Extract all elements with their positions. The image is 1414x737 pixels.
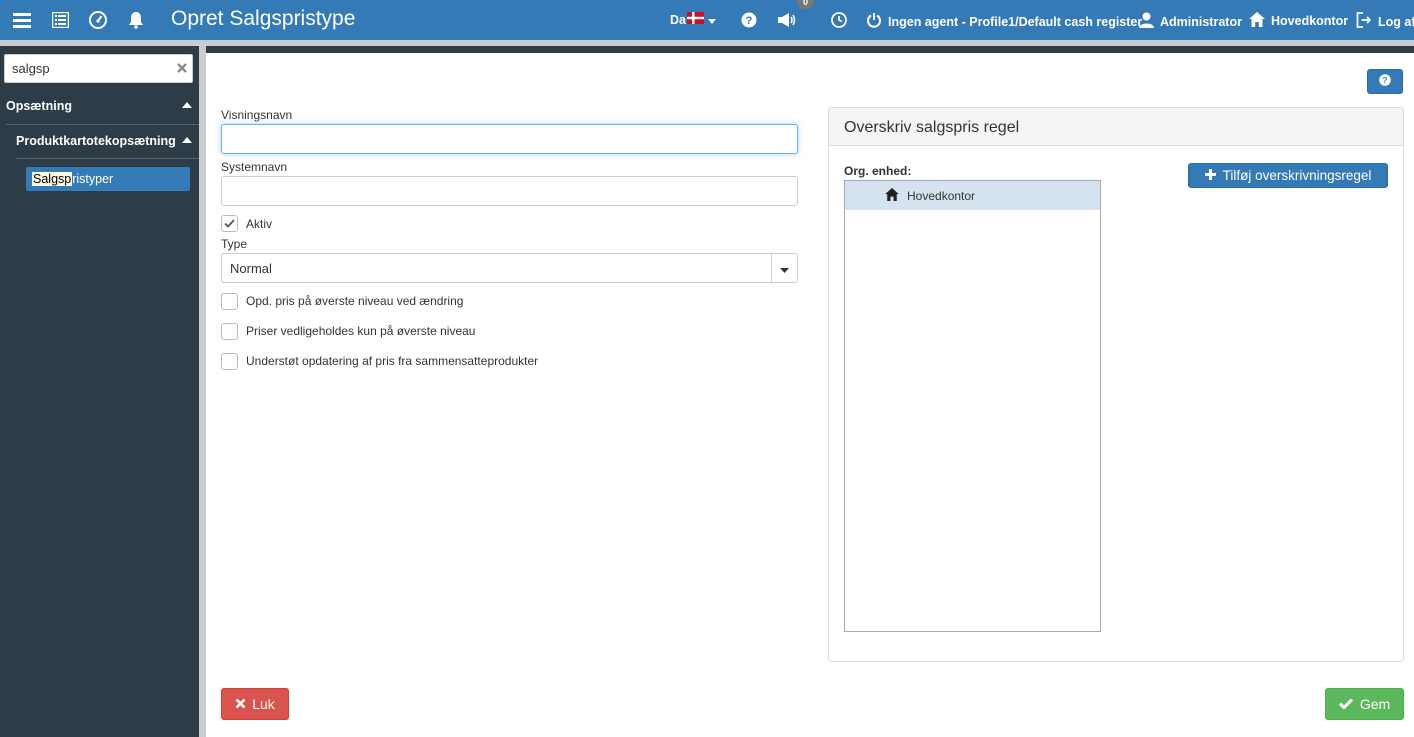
user-label: Administrator: [1160, 14, 1242, 29]
sidebar-section-opsaetning[interactable]: Opsætning: [0, 99, 199, 113]
navbar-underline: [0, 40, 1414, 46]
sidebar-section-label: Opsætning: [6, 99, 72, 113]
close-icon: [235, 696, 246, 712]
system-name-label: Systemnavn: [221, 160, 288, 174]
dashboard-gauge-icon[interactable]: [87, 9, 109, 31]
logout-label: Log af: [1378, 14, 1414, 29]
override-rule-panel: Overskriv salgspris regel Org. enhed: Ho…: [828, 107, 1404, 662]
office-label: Hovedkontor: [1271, 14, 1349, 28]
logout-link[interactable]: Log af: [1356, 12, 1414, 31]
option1-label: Opd. pris på øverste niveau ved ændring: [246, 294, 464, 308]
type-select[interactable]: Normal: [221, 253, 798, 283]
sidebar-item-label: ristyper: [72, 172, 114, 186]
close-button[interactable]: Luk: [221, 688, 289, 720]
active-checkbox-label: Aktiv: [246, 217, 273, 231]
system-name-input[interactable]: [221, 176, 798, 206]
org-unit-tree[interactable]: Hovedkontor: [844, 180, 1101, 632]
caret-up-icon[interactable]: [182, 102, 192, 108]
user-icon: [1139, 12, 1154, 31]
display-name-input[interactable]: [221, 124, 798, 154]
office-menu[interactable]: Hovedkontor: [1249, 12, 1348, 30]
clock-icon[interactable]: [828, 9, 850, 31]
sidebar-subsection-label: Produktkartotekopsætning: [16, 134, 176, 148]
page-title: Opret Salgspristype: [171, 7, 356, 30]
home-icon: [885, 187, 899, 204]
sidebar-item-salgspristyper[interactable]: Salgsp ristyper: [26, 167, 190, 191]
sidebar-subsection-produktkartotek[interactable]: Produktkartotekopsætning: [0, 134, 199, 148]
agent-status[interactable]: Ingen agent - Profile1/Default cash regi…: [866, 12, 1142, 31]
tree-node-label: Hovedkontor: [907, 188, 976, 203]
add-override-rule-label: Tilføj overskrivningsregel: [1222, 168, 1372, 183]
language-selector[interactable]: Da: [670, 12, 716, 27]
caret-down-icon: [707, 13, 716, 27]
close-button-label: Luk: [252, 696, 275, 712]
sidebar-search-input[interactable]: [4, 54, 193, 83]
add-override-rule-button[interactable]: Tilføj overskrivningsregel: [1188, 163, 1388, 188]
hamburger-menu-icon[interactable]: [11, 9, 33, 31]
checkmark-icon: [1338, 696, 1353, 712]
tree-node-hovedkontor[interactable]: Hovedkontor: [845, 181, 1100, 210]
display-name-label: Visningsnavn: [221, 108, 293, 122]
plus-icon: [1204, 168, 1216, 183]
dropdown-toggle[interactable]: [771, 254, 797, 282]
home-icon: [1249, 12, 1265, 30]
panel-title: Overskriv salgspris regel: [829, 108, 1403, 146]
main-content: ? Visningsnavn Systemnavn Aktiv Type Nor…: [206, 53, 1414, 737]
top-navbar: Opret Salgspristype Da ? 0 Ingen agent -…: [0, 0, 1414, 40]
notification-count-badge: 0: [797, 0, 814, 9]
save-button[interactable]: Gem: [1325, 688, 1404, 720]
option1-checkbox[interactable]: [221, 293, 238, 310]
save-button-label: Gem: [1359, 696, 1391, 712]
sidebar-divider: [16, 158, 199, 159]
language-code: Da: [670, 12, 686, 27]
caret-down-icon: [780, 261, 789, 276]
active-checkbox[interactable]: [221, 215, 238, 232]
bell-icon[interactable]: [125, 9, 147, 31]
help-circle-icon[interactable]: ?: [738, 9, 760, 31]
org-unit-label: Org. enhed:: [844, 164, 912, 178]
option3-label: Understøt opdatering af pris fra sammens…: [246, 354, 539, 368]
search-highlight: Salgsp: [32, 172, 73, 186]
type-select-value: Normal: [230, 260, 272, 276]
sidebar-gutter: [199, 46, 206, 737]
option2-checkbox[interactable]: [221, 323, 238, 340]
clear-search-icon[interactable]: [176, 62, 188, 74]
megaphone-icon[interactable]: [776, 9, 798, 31]
danish-flag-icon: [686, 12, 704, 27]
option2-label: Priser vedligeholdes kun på øverste nive…: [246, 324, 476, 338]
sidebar-divider: [6, 124, 199, 125]
sidebar: Opsætning Produktkartotekopsætning Salgs…: [0, 46, 199, 737]
user-menu[interactable]: Administrator: [1139, 12, 1242, 31]
help-circle-icon: ?: [1379, 74, 1391, 89]
help-button[interactable]: ?: [1367, 69, 1403, 94]
agent-status-label: Ingen agent - Profile1/Default cash regi…: [888, 14, 1143, 29]
option3-checkbox[interactable]: [221, 353, 238, 370]
svg-text:?: ?: [1382, 75, 1387, 85]
logout-icon: [1356, 12, 1372, 31]
list-icon[interactable]: [49, 9, 71, 31]
power-icon: [866, 12, 882, 31]
caret-up-icon[interactable]: [182, 137, 192, 143]
type-label: Type: [221, 237, 248, 251]
svg-text:?: ?: [746, 15, 753, 27]
